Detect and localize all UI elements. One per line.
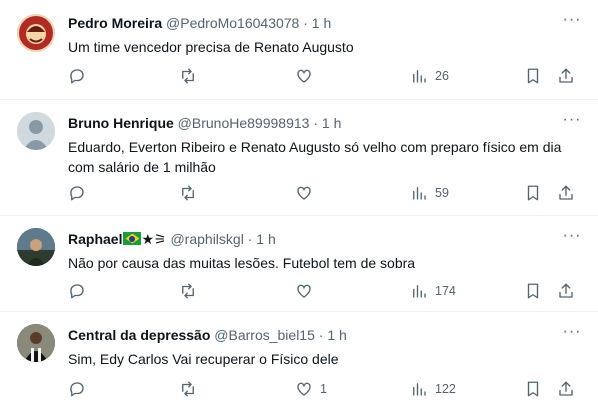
action-bar: 174 <box>66 279 586 303</box>
timestamp[interactable]: 1 h <box>256 231 275 247</box>
action-bar: 1 122 <box>66 377 586 401</box>
share-icon <box>559 283 573 298</box>
tweet-header: Central da depressão @Barros_biel15 · 1 … <box>68 326 347 344</box>
like-button[interactable] <box>295 279 320 303</box>
reply-button[interactable] <box>68 377 93 401</box>
separator-dot: · <box>313 115 318 131</box>
separator-dot: · <box>303 15 308 31</box>
tweet-text: Eduardo, Everton Ribeiro e Renato August… <box>68 139 562 175</box>
heart-icon <box>297 284 311 298</box>
author-handle[interactable]: @Barros_biel15 <box>214 327 315 343</box>
more-options-icon[interactable]: ··· <box>560 322 584 342</box>
reply-icon <box>70 284 84 299</box>
bookmark-button[interactable] <box>524 181 542 205</box>
reply-button[interactable] <box>68 181 93 205</box>
tweet-header: Bruno Henrique @BrunoHe89998913 · 1 h <box>68 114 341 132</box>
share-button[interactable] <box>557 181 575 205</box>
brazil-flag-icon <box>123 232 142 245</box>
reply-button[interactable] <box>68 64 93 88</box>
views-button[interactable]: 174 <box>410 279 456 303</box>
share-button[interactable] <box>557 279 575 303</box>
retweet-button[interactable] <box>179 181 204 205</box>
view-count: 174 <box>435 284 456 298</box>
views-button[interactable]: 26 <box>410 64 449 88</box>
reply-icon <box>70 382 84 397</box>
avatar[interactable] <box>17 14 55 52</box>
bookmark-icon <box>527 185 539 201</box>
share-icon <box>559 381 573 396</box>
view-count: 26 <box>435 69 449 83</box>
author-name[interactable]: Central da depressão <box>68 327 210 343</box>
avatar[interactable] <box>17 324 55 362</box>
bookmark-button[interactable] <box>524 279 542 303</box>
share-button[interactable] <box>557 64 575 88</box>
share-icon <box>559 68 573 83</box>
tweet[interactable]: Pedro Moreira @PedroMo16043078 · 1 h ···… <box>0 0 598 100</box>
tweet-text: Um time vencedor precisa de Renato Augus… <box>68 39 354 55</box>
like-button[interactable]: 1 <box>295 377 327 401</box>
avatar-image <box>17 14 55 52</box>
tweet[interactable]: Central da depressão @Barros_biel15 · 1 … <box>0 312 598 404</box>
analytics-icon <box>413 285 426 298</box>
tweet[interactable]: Bruno Henrique @BrunoHe89998913 · 1 h ··… <box>0 100 598 216</box>
tweet-text: Sim, Edy Carlos Vai recuperar o Físico d… <box>68 351 339 367</box>
author-handle[interactable]: @raphilskgl <box>170 231 243 247</box>
avatar-image <box>17 228 55 266</box>
author-name[interactable]: Pedro Moreira <box>68 15 162 31</box>
like-count: 1 <box>320 382 327 396</box>
bookmark-icon <box>527 68 539 84</box>
tweet[interactable]: Raphael ★⚞ @raphilskgl · 1 h ··· Não por … <box>0 216 598 312</box>
retweet-button[interactable] <box>179 377 204 401</box>
separator-dot: · <box>247 231 253 247</box>
avatar-image <box>17 324 55 362</box>
retweet-icon <box>182 381 194 397</box>
retweet-icon <box>182 283 194 299</box>
name-emoji: ★⚞ <box>141 231 167 247</box>
more-options-icon[interactable]: ··· <box>560 110 584 130</box>
timestamp[interactable]: 1 h <box>322 115 341 131</box>
tweet-header: Raphael ★⚞ @raphilskgl · 1 h <box>68 230 276 248</box>
analytics-icon <box>413 383 426 396</box>
author-handle[interactable]: @PedroMo16043078 <box>166 15 299 31</box>
avatar[interactable] <box>17 112 55 150</box>
bookmark-button[interactable] <box>524 377 542 401</box>
action-bar: 59 <box>66 181 586 205</box>
heart-icon <box>297 69 311 83</box>
author-handle[interactable]: @BrunoHe89998913 <box>178 115 310 131</box>
default-avatar-icon <box>17 112 55 150</box>
more-options-icon[interactable]: ··· <box>560 10 584 30</box>
author-name[interactable]: Raphael <box>68 231 122 247</box>
timestamp[interactable]: 1 h <box>312 15 331 31</box>
bookmark-button[interactable] <box>524 64 542 88</box>
reply-button[interactable] <box>68 279 93 303</box>
bookmark-icon <box>527 283 539 299</box>
timestamp[interactable]: 1 h <box>327 327 346 343</box>
bookmark-icon <box>527 381 539 397</box>
analytics-icon <box>413 70 426 83</box>
heart-icon <box>297 382 311 396</box>
tweet-text: Não por causa das muitas lesões. Futebol… <box>68 255 416 271</box>
separator-dot: · <box>318 327 324 343</box>
views-button[interactable]: 59 <box>410 181 449 205</box>
like-button[interactable] <box>295 181 320 205</box>
action-bar: 26 <box>66 64 586 88</box>
views-button[interactable]: 122 <box>410 377 456 401</box>
avatar[interactable] <box>17 228 55 266</box>
share-button[interactable] <box>557 377 575 401</box>
retweet-icon <box>182 185 194 201</box>
retweet-button[interactable] <box>179 279 204 303</box>
heart-icon <box>297 186 311 200</box>
tweet-header: Pedro Moreira @PedroMo16043078 · 1 h <box>68 14 331 32</box>
retweet-button[interactable] <box>179 64 204 88</box>
reply-icon <box>70 186 84 201</box>
view-count: 122 <box>435 382 456 396</box>
analytics-icon <box>413 187 426 200</box>
like-button[interactable] <box>295 64 320 88</box>
retweet-icon <box>182 68 194 84</box>
author-name[interactable]: Bruno Henrique <box>68 115 174 131</box>
share-icon <box>559 185 573 200</box>
view-count: 59 <box>435 186 449 200</box>
reply-icon <box>70 69 84 84</box>
more-options-icon[interactable]: ··· <box>560 226 584 246</box>
